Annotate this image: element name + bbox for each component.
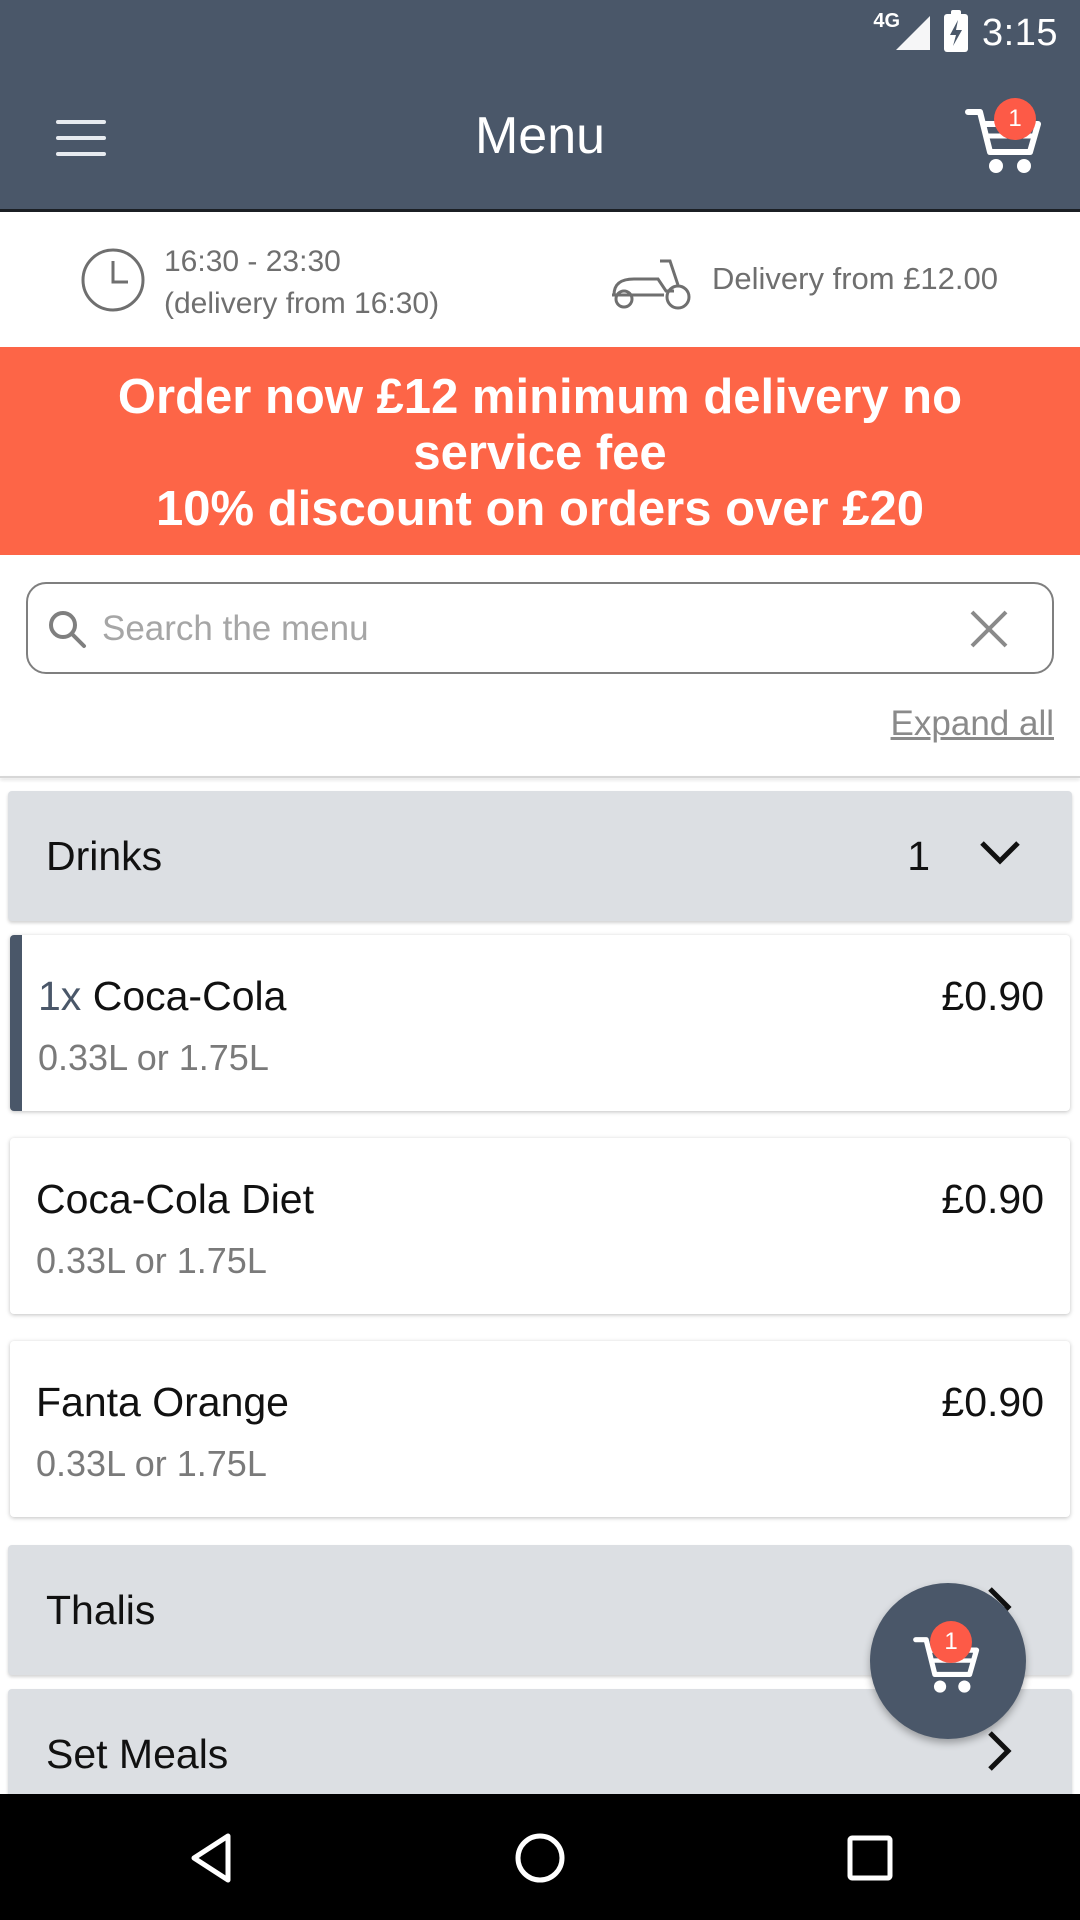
scooter-icon [612, 259, 691, 310]
floating-cart-button[interactable]: 1 [870, 1583, 1026, 1739]
cart-count-badge: 1 [994, 98, 1036, 140]
recents-icon[interactable] [842, 1830, 898, 1886]
promo-banner: Order now £12 minimum delivery no servic… [0, 347, 1080, 555]
opening-hours: 16:30 - 23:30 (delivery from 16:30) [164, 241, 439, 325]
item-name: 1x Coca-Cola [38, 973, 286, 1020]
search-bar [26, 582, 1054, 674]
opening-hours-text: 16:30 - 23:30 [164, 245, 341, 278]
cart-count-badge: 1 [930, 1621, 972, 1663]
divider [0, 776, 1080, 778]
chevron-right-icon [988, 1731, 1012, 1771]
menu-item-fanta-orange[interactable]: Fanta Orange 0.33L or 1.75L £0.90 [10, 1341, 1070, 1517]
item-price: £0.90 [941, 973, 1044, 1019]
clock-icon [81, 248, 145, 312]
chevron-down-icon [980, 841, 1020, 865]
item-price: £0.90 [941, 1379, 1044, 1425]
delivery-minimum: Delivery from £12.00 [712, 261, 999, 296]
menu-item-coca-cola-diet[interactable]: Coca-Cola Diet 0.33L or 1.75L £0.90 [10, 1138, 1070, 1314]
search-input[interactable] [102, 602, 902, 656]
promo-line-1: Order now £12 minimum delivery no servic… [117, 370, 963, 480]
item-name-text: Coca-Cola [92, 973, 287, 1019]
menu-item-coca-cola[interactable]: 1x Coca-Cola 0.33L or 1.75L £0.90 [10, 935, 1070, 1111]
page-title: Menu [474, 107, 606, 165]
section-title: Drinks [46, 833, 163, 879]
section-item-count: 1 [907, 833, 930, 879]
item-name: Fanta Orange [36, 1379, 289, 1425]
item-description: 0.33L or 1.75L [36, 1443, 267, 1484]
cart-button[interactable]: 1 [964, 98, 1044, 178]
promo-line-2: 10% discount on orders over £20 [156, 482, 924, 536]
item-description: 0.33L or 1.75L [36, 1240, 267, 1281]
system-nav-bar [0, 1794, 1080, 1920]
item-name: Coca-Cola Diet [36, 1176, 314, 1222]
home-icon[interactable] [512, 1830, 568, 1886]
status-bar: 4G 3:15 [0, 0, 1080, 66]
restaurant-info: 16:30 - 23:30 (delivery from 16:30) Deli… [0, 215, 1080, 347]
status-time: 3:15 [982, 11, 1058, 54]
battery-charging-icon [944, 10, 969, 52]
section-title: Thalis [46, 1587, 156, 1633]
clear-search-icon[interactable] [968, 608, 1010, 650]
section-title: Set Meals [46, 1731, 229, 1777]
item-description: 0.33L or 1.75L [38, 1037, 269, 1078]
app-bar: Menu 1 [0, 66, 1080, 212]
back-icon[interactable] [184, 1830, 240, 1886]
signal-icon [896, 16, 931, 50]
expand-all-link[interactable]: Expand all [891, 704, 1054, 744]
search-icon [49, 611, 86, 648]
item-price: £0.90 [941, 1176, 1044, 1222]
section-header-drinks[interactable]: Drinks 1 [8, 791, 1072, 921]
item-quantity: 1x [38, 973, 82, 1019]
delivery-hours-text: (delivery from 16:30) [164, 287, 440, 320]
